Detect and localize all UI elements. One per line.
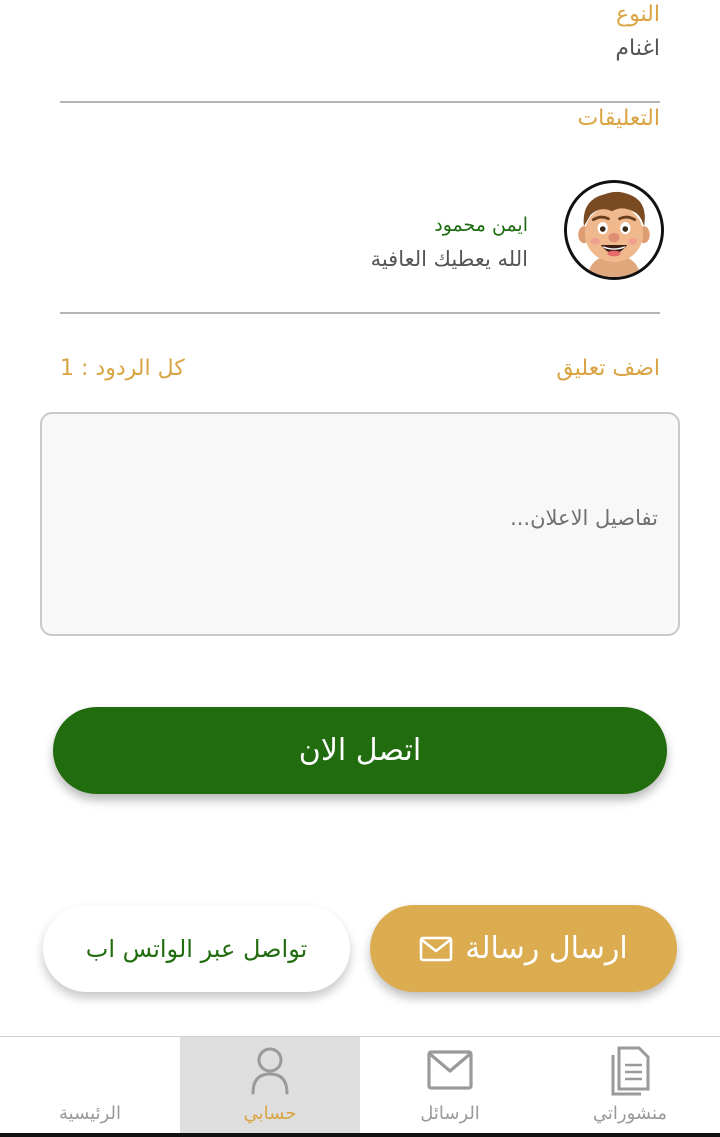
whatsapp-button[interactable]: تواصل عبر الواتس اب <box>43 905 350 992</box>
comment-author: ايمن محمود <box>434 214 528 236</box>
whatsapp-label: تواصل عبر الواتس اب <box>85 934 308 963</box>
nav-item-account[interactable]: حسابي <box>180 1037 360 1137</box>
comment-input[interactable] <box>42 414 678 634</box>
type-value: اغنام <box>615 36 660 61</box>
type-label: النوع <box>616 2 660 27</box>
nav-label: الرسائل <box>420 1103 480 1124</box>
nav-label: الرئيسية <box>59 1103 121 1124</box>
nav-item-my-posts[interactable]: منشوراتي <box>540 1037 720 1137</box>
nav-item-messages[interactable]: الرسائل <box>360 1037 540 1137</box>
replies-count: كل الردود : 1 <box>60 356 185 381</box>
nav-item-home[interactable]: الرئيسية <box>0 1037 180 1137</box>
comment-input-container <box>40 412 680 636</box>
document-icon <box>611 1046 650 1096</box>
mail-icon <box>427 1050 473 1090</box>
replies-label: كل الردود : <box>81 356 185 381</box>
replies-number: 1 <box>60 356 74 381</box>
mail-icon <box>419 936 453 961</box>
nav-label: منشوراتي <box>592 1103 668 1124</box>
divider <box>60 312 660 314</box>
bottom-navigation: الرئيسية حسابي الرسائل منشوراتي <box>0 1036 720 1137</box>
send-message-button[interactable]: ارسال رسالة <box>370 905 677 992</box>
call-now-label: اتصل الان <box>298 733 422 768</box>
avatar-face-icon <box>567 183 661 277</box>
user-icon <box>251 1047 289 1095</box>
bottom-edge-line <box>0 1133 720 1137</box>
comments-title: التعليقات <box>577 106 660 131</box>
comment-text: الله يعطيك العافية <box>370 247 528 271</box>
call-now-button[interactable]: اتصل الان <box>53 707 667 794</box>
add-comment-label: اضف تعليق <box>556 356 660 381</box>
nav-label: حسابي <box>243 1103 297 1124</box>
avatar <box>564 180 664 280</box>
divider <box>60 101 660 103</box>
send-message-label: ارسال رسالة <box>465 931 628 966</box>
